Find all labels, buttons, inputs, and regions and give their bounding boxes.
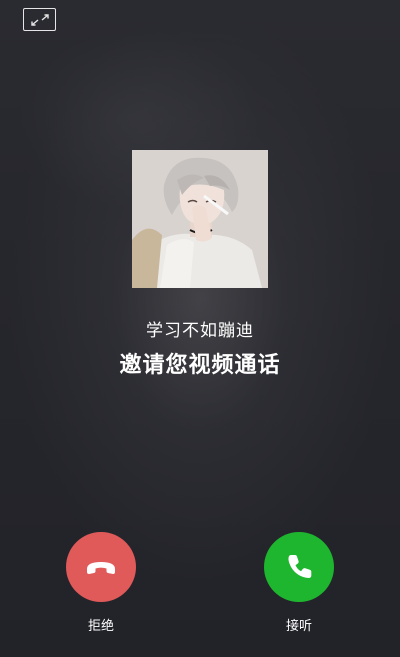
- decline-label: 拒绝: [87, 619, 114, 634]
- accept-button[interactable]: [264, 532, 334, 602]
- accept-label: 接听: [285, 619, 312, 634]
- phone-hangup-icon: [87, 562, 115, 574]
- minimize-window-icon: [30, 13, 49, 26]
- decline-button[interactable]: [66, 532, 136, 602]
- avatar-illustration: [132, 150, 268, 288]
- call-status-text: 邀请您视频通话: [119, 353, 281, 378]
- caller-name: 学习不如蹦迪: [146, 321, 254, 341]
- phone-answer-icon: [288, 555, 312, 578]
- caller-avatar: [132, 150, 268, 288]
- minimize-button[interactable]: [23, 8, 56, 31]
